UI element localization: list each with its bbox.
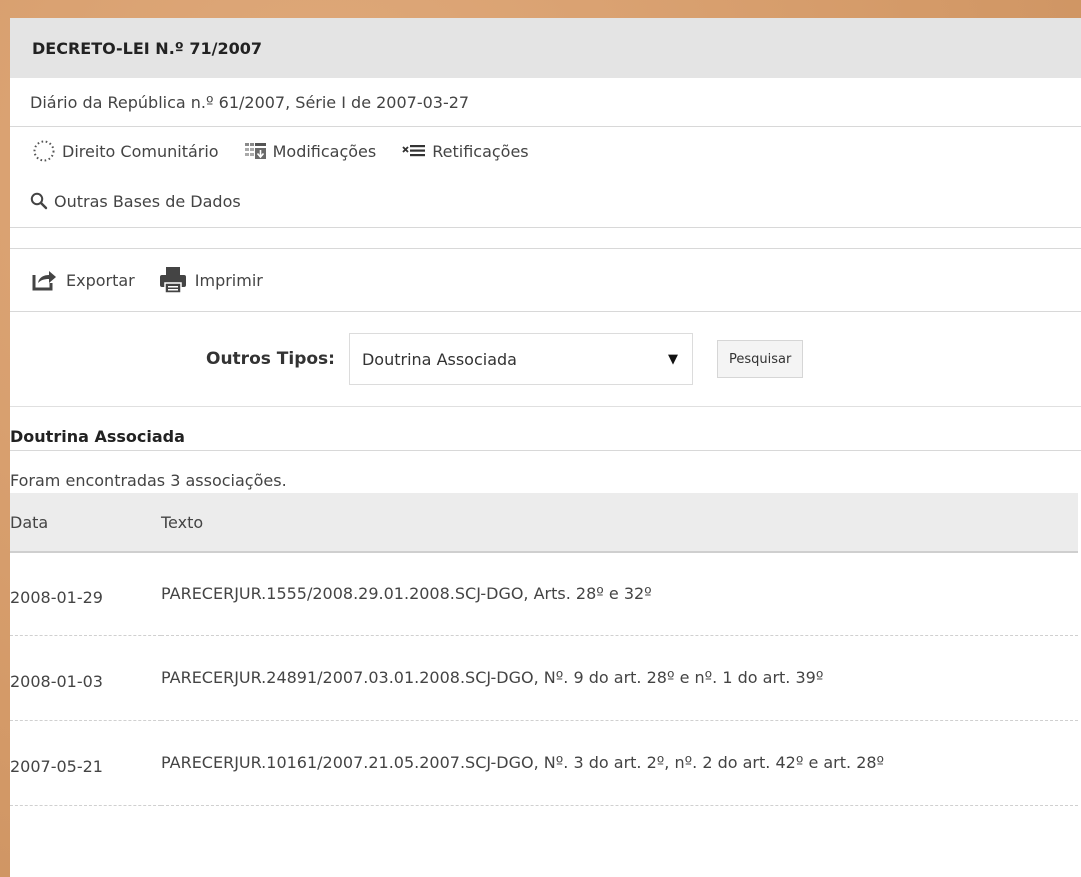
outras-bases-link[interactable]: Outras Bases de Dados xyxy=(30,192,241,211)
publication-info-text: Diário da República n.º 61/2007, Série I… xyxy=(30,92,470,112)
table-row[interactable]: 2008-01-29 PARECERJUR.1555/2008.29.01.20… xyxy=(10,552,1078,636)
dotted-circle-icon xyxy=(32,139,56,163)
column-header-text: Texto xyxy=(161,493,1078,553)
column-header-date: Data xyxy=(10,493,161,553)
printer-icon xyxy=(159,266,187,294)
row-date: 2008-01-29 xyxy=(10,552,161,636)
rectifications-icon xyxy=(402,143,426,159)
toolbar: Exportar Imprimir xyxy=(10,249,1081,312)
search-button-label: Pesquisar xyxy=(728,351,792,367)
results-count-text: Foram encontradas 3 associações. xyxy=(10,471,287,490)
row-date: 2007-05-21 xyxy=(10,720,161,806)
other-databases-row: Outras Bases de Dados xyxy=(10,175,1081,228)
direito-comunitario-link[interactable]: Direito Comunitário xyxy=(32,139,219,163)
row-text-link[interactable]: PARECERJUR.10161/2007.21.05.2007.SCJ-DGO… xyxy=(161,720,1078,806)
type-select[interactable]: Doutrina Associada ▼ xyxy=(348,333,693,385)
retificacoes-label: Retificações xyxy=(432,141,529,161)
table-row[interactable]: 2007-05-21 PARECERJUR.10161/2007.21.05.2… xyxy=(10,720,1078,806)
page-title: DECRETO-LEI N.º 71/2007 xyxy=(32,38,263,58)
export-button[interactable]: Exportar xyxy=(32,269,135,291)
modificacoes-label: Modificações xyxy=(272,141,377,161)
results-section-title-text: Doutrina Associada xyxy=(10,427,185,446)
direito-comunitario-label: Direito Comunitário xyxy=(62,141,219,161)
print-label: Imprimir xyxy=(194,270,263,290)
publication-info: Diário da República n.º 61/2007, Série I… xyxy=(10,78,1081,127)
document-panel: DECRETO-LEI N.º 71/2007 Diário da Repúbl… xyxy=(10,18,1081,877)
export-icon xyxy=(32,269,58,291)
dropdown-arrow-icon: ▼ xyxy=(667,351,678,367)
table-row[interactable]: 2008-01-03 PARECERJUR.24891/2007.03.01.2… xyxy=(10,635,1078,721)
table-header-row: Data Texto xyxy=(10,493,1078,553)
modifications-icon xyxy=(244,141,267,161)
results-section-title: Doutrina Associada xyxy=(10,407,1081,451)
other-types-label: Outros Tipos: xyxy=(206,349,335,369)
print-button[interactable]: Imprimir xyxy=(159,266,263,294)
search-button[interactable]: Pesquisar xyxy=(716,340,804,378)
divider xyxy=(10,228,1081,249)
type-search-row: Outros Tipos: Doutrina Associada ▼ Pesqu… xyxy=(10,312,1081,407)
retificacoes-link[interactable]: Retificações xyxy=(402,141,529,161)
search-icon xyxy=(30,192,48,210)
export-label: Exportar xyxy=(66,270,135,290)
outras-bases-label: Outras Bases de Dados xyxy=(54,191,241,211)
results-count: Foram encontradas 3 associações. xyxy=(10,451,1081,493)
related-links: Direito Comunitário Modificações Retific… xyxy=(10,127,1081,175)
results-table: Data Texto 2008-01-29 PARECERJUR.1555/20… xyxy=(10,493,1078,806)
row-text-link[interactable]: PARECERJUR.1555/2008.29.01.2008.SCJ-DGO,… xyxy=(161,552,1078,636)
page-title-bar: DECRETO-LEI N.º 71/2007 xyxy=(10,18,1081,78)
modificacoes-link[interactable]: Modificações xyxy=(244,141,377,161)
row-text-link[interactable]: PARECERJUR.24891/2007.03.01.2008.SCJ-DGO… xyxy=(161,635,1078,721)
type-select-value: Doutrina Associada xyxy=(361,349,517,369)
row-date: 2008-01-03 xyxy=(10,635,161,721)
